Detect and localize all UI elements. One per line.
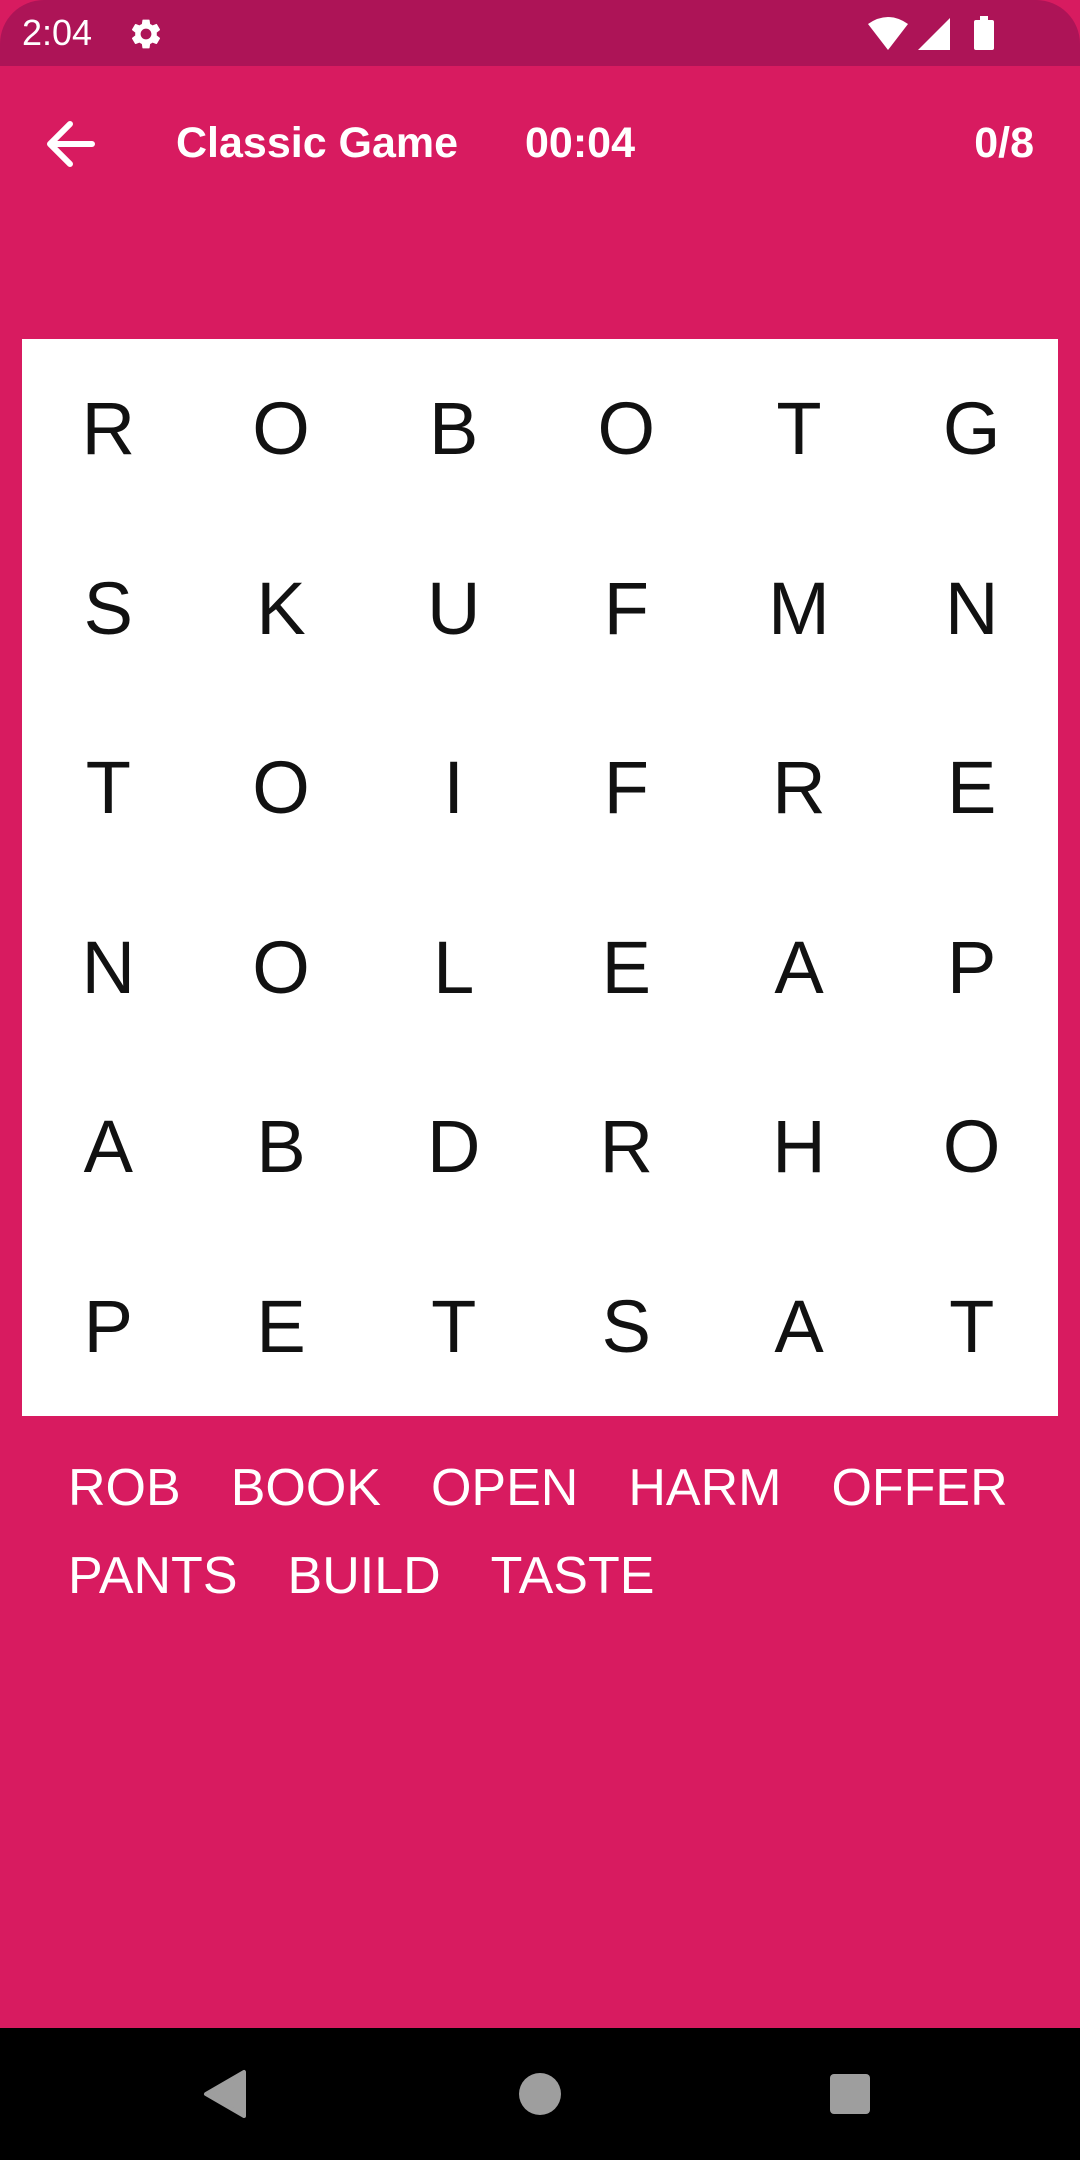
grid-cell[interactable]: F [540,698,713,878]
status-icons [868,16,994,50]
grid-cell[interactable]: R [22,339,195,519]
target-word: TASTE [490,1547,655,1605]
grid-cell[interactable]: A [713,878,886,1058]
nav-back-button[interactable] [196,2064,256,2124]
word-list: ROB BOOK OPEN HARM OFFER PANTS BUILD TASTE [68,1444,1028,1620]
grid-cell[interactable]: O [195,878,368,1058]
grid-cell[interactable]: H [713,1057,886,1237]
nav-recents-button[interactable] [820,2064,880,2124]
status-bar: 2:04 [0,0,1080,66]
target-word: BOOK [230,1459,381,1517]
grid-cell[interactable]: G [885,339,1058,519]
target-word: OPEN [430,1459,579,1517]
grid-cell[interactable]: O [195,339,368,519]
grid-cell[interactable]: N [22,878,195,1058]
grid-cell[interactable]: A [713,1237,886,1417]
grid-cell[interactable]: R [713,698,886,878]
found-words-counter: 0/8 [974,119,1034,167]
status-time: 2:04 [22,12,93,53]
toolbar: Classic Game 00:04 0/8 [0,66,1080,222]
grid-cell[interactable]: E [540,878,713,1058]
grid-cell[interactable]: A [22,1057,195,1237]
grid-cell[interactable]: K [195,519,368,699]
game-timer: 00:04 [525,119,635,167]
nav-home-button[interactable] [510,2064,570,2124]
battery-icon [974,16,994,50]
grid-cell[interactable]: T [713,339,886,519]
wifi-icon [868,17,908,50]
word-row: PANTS BUILD TASTE [68,1532,1028,1620]
gear-icon [131,19,161,49]
grid-cell[interactable]: O [195,698,368,878]
grid-cell[interactable]: E [885,698,1058,878]
arrow-left-icon [47,121,95,167]
grid-cell[interactable]: P [22,1237,195,1417]
target-word: BUILD [287,1547,441,1605]
home-circle-icon [519,2073,561,2115]
grid-cell[interactable]: B [195,1057,368,1237]
grid-cell[interactable]: F [540,519,713,699]
grid-cell[interactable]: I [367,698,540,878]
app-screen: 2:04 Classic Game 00:04 0/8 ROB O T G S … [0,0,1080,2160]
game-title: Classic Game [176,119,459,167]
grid-cell[interactable]: T [885,1237,1058,1417]
grid-cell[interactable]: T [22,698,195,878]
signal-icon [918,18,950,50]
grid-cell[interactable]: S [540,1237,713,1417]
target-word: HARM [628,1459,782,1517]
target-word: OFFER [831,1459,1008,1517]
navigation-bar [0,2028,1080,2160]
letter-grid[interactable]: ROBOTGSKUFMNTOIFRENOLEAPABDRHOPETSAT [22,339,1058,1416]
grid-cell[interactable]: E [195,1237,368,1417]
back-triangle-icon [204,2070,246,2118]
grid-cell[interactable]: M [713,519,886,699]
grid-cell[interactable]: O [885,1057,1058,1237]
back-button[interactable] [40,116,112,172]
grid-cell[interactable]: R [540,1057,713,1237]
grid-cell[interactable]: P [885,878,1058,1058]
word-row: ROB BOOK OPEN HARM OFFER [68,1444,1028,1532]
grid-cell[interactable]: B [367,339,540,519]
recents-square-icon [830,2074,870,2114]
target-word: ROB [68,1459,181,1517]
grid-cell[interactable]: T [367,1237,540,1417]
grid-cell[interactable]: D [367,1057,540,1237]
grid-cell[interactable]: L [367,878,540,1058]
target-word: PANTS [68,1547,238,1605]
grid-cell[interactable]: S [22,519,195,699]
grid-cell[interactable]: N [885,519,1058,699]
grid-cell[interactable]: U [367,519,540,699]
grid-cell[interactable]: O [540,339,713,519]
